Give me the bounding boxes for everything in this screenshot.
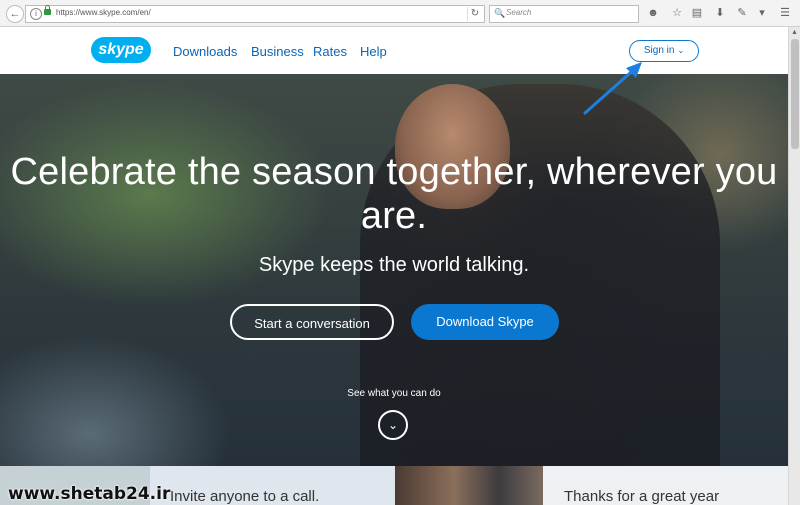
scroll-up-icon[interactable]: ▲ xyxy=(791,29,798,36)
download-skype-button[interactable]: Download Skype xyxy=(411,304,559,340)
url-text[interactable]: https://www.skype.com/en/ xyxy=(56,8,151,17)
search-placeholder: Search xyxy=(506,8,532,17)
start-conversation-button[interactable]: Start a conversation xyxy=(230,304,394,340)
scroll-down-icon[interactable]: ⌄ xyxy=(378,410,408,440)
hero-banner: Celebrate the season together, wherever … xyxy=(0,74,788,466)
hero-subtitle: Skype keeps the world talking. xyxy=(258,254,530,276)
scroll-thumb[interactable] xyxy=(791,39,799,149)
bookmark-star-icon[interactable]: ☆ xyxy=(670,6,684,20)
nav-downloads[interactable]: Downloads xyxy=(173,44,237,59)
annotation-arrow-icon xyxy=(583,62,642,115)
nav-help[interactable]: Help xyxy=(360,44,387,59)
chevron-down-icon[interactable]: ▾ xyxy=(755,6,769,20)
reload-icon[interactable]: ↻ xyxy=(467,7,482,21)
bookmarks-list-icon[interactable]: ▤ xyxy=(690,6,704,20)
sign-in-label: Sign in xyxy=(643,45,675,56)
nav-rates[interactable]: Rates xyxy=(313,44,347,59)
site-header: skype Downloads Business Rates Help Sign… xyxy=(0,27,788,74)
watermark: www.shetab24.ir xyxy=(8,484,171,504)
card-invite[interactable]: Invite anyone to a call. xyxy=(150,466,395,505)
scrollbar[interactable]: ▲ xyxy=(788,27,800,505)
card-thanks[interactable]: Thanks for a great year xyxy=(543,466,788,505)
download-icon[interactable]: ⬇ xyxy=(713,6,727,20)
browser-toolbar: ← i https://www.skype.com/en/ ↻ 🔍 Search… xyxy=(0,0,800,27)
see-what-label[interactable]: See what you can do xyxy=(0,388,788,399)
card-invite-text: Invite anyone to a call. xyxy=(170,488,320,505)
arrow-shaft xyxy=(583,64,640,115)
back-icon[interactable]: ← xyxy=(6,5,24,23)
search-input[interactable]: 🔍 Search xyxy=(489,5,639,23)
card-image-middle xyxy=(395,466,543,505)
extension-icon[interactable]: ☻ xyxy=(646,6,660,20)
chevron-down-icon: ⌄ xyxy=(677,46,685,55)
nav-business[interactable]: Business xyxy=(251,44,304,59)
lock-icon xyxy=(44,5,51,15)
address-bar[interactable]: i https://www.skype.com/en/ ↻ xyxy=(25,5,485,23)
menu-icon[interactable]: ☰ xyxy=(778,6,792,20)
addon-icon[interactable]: ✎ xyxy=(735,6,749,20)
info-icon[interactable]: i xyxy=(30,8,42,20)
card-thanks-text: Thanks for a great year xyxy=(564,488,720,505)
search-icon: 🔍 xyxy=(494,8,506,18)
skype-logo[interactable]: skype xyxy=(91,37,151,63)
hero-title: Celebrate the season together, wherever … xyxy=(10,151,778,237)
